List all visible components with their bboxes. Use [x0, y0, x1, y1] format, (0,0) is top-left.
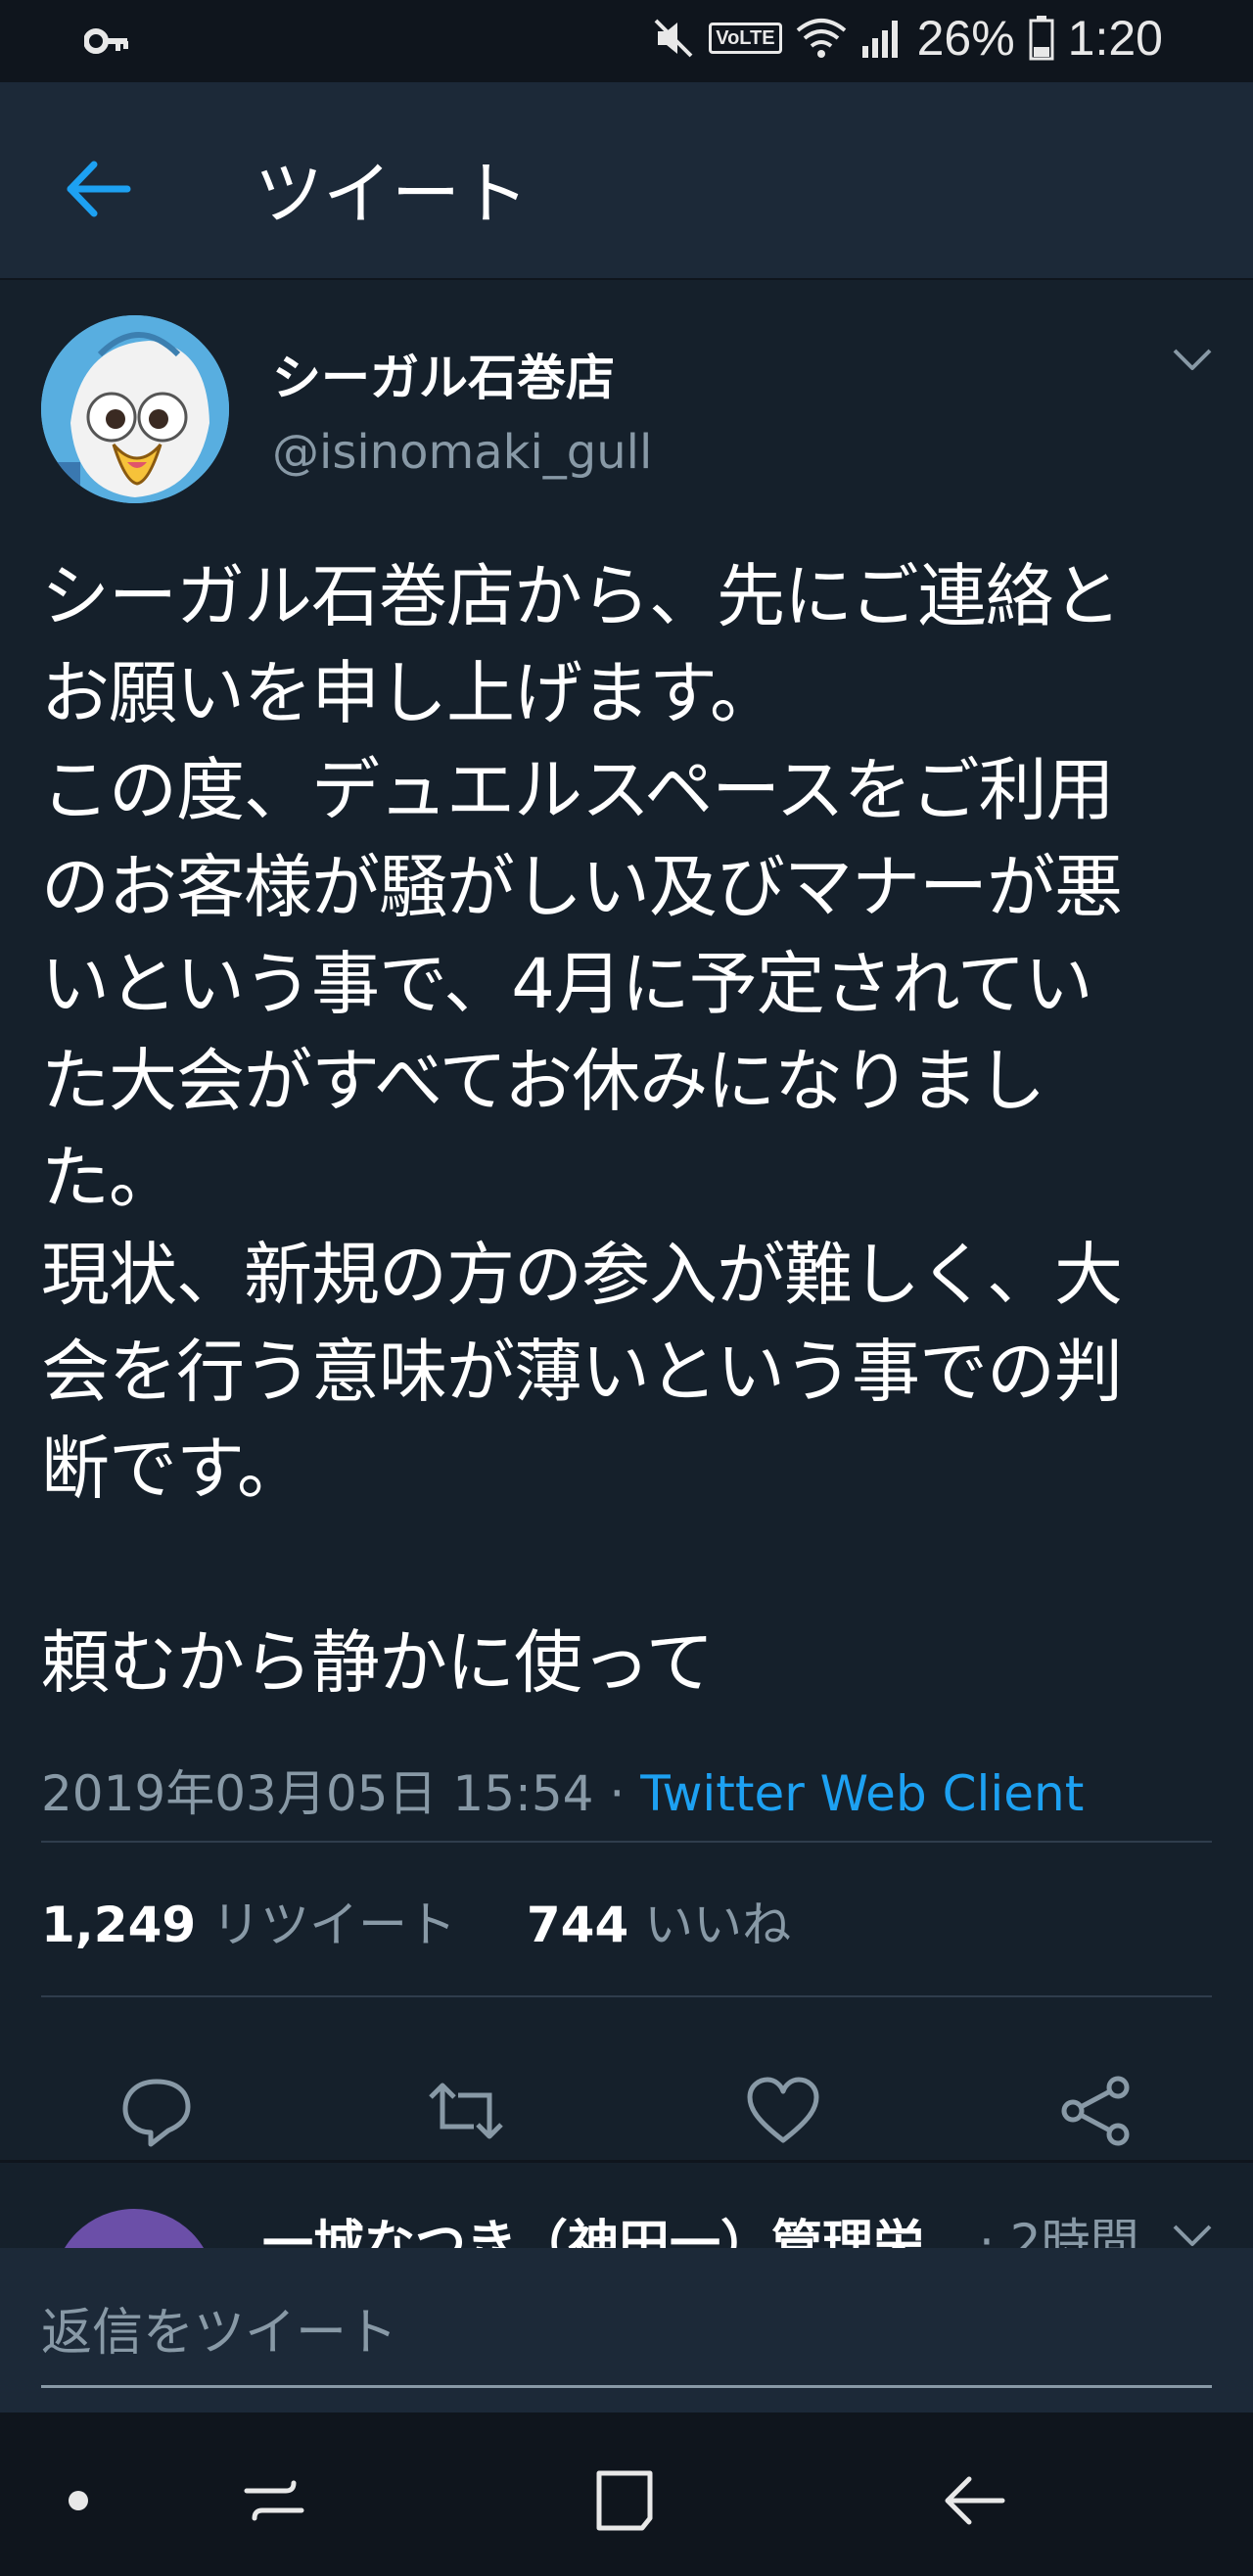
like-count[interactable]: 744 いいね [527, 1897, 791, 1953]
divider [41, 1995, 1212, 1997]
tweet-timestamp: 2019年03月05日 15:54 [41, 1765, 594, 1822]
status-bar: VoLTE 26% 1:20 [0, 0, 1253, 82]
clock: 1:20 [1067, 11, 1163, 66]
user-handle[interactable]: @isinomaki_gull [272, 425, 652, 480]
reply-author-name[interactable]: 一城なつき（神田一）管理栄… [262, 2203, 975, 2248]
battery-percent: 26% [916, 11, 1015, 66]
share-icon[interactable] [1057, 2072, 1136, 2150]
back-icon[interactable] [936, 2461, 1014, 2540]
signal-icon [860, 17, 904, 60]
display-name[interactable]: シーガル石巻店 [272, 339, 615, 409]
reply-preview[interactable]: 一城なつき（神田一）管理栄… · 2時間 [0, 2160, 1253, 2248]
wifi-icon [796, 17, 847, 60]
retweet-count[interactable]: 1,249 リツイート [41, 1897, 456, 1953]
input-underline [41, 2385, 1212, 2388]
tweet-client-link[interactable]: Twitter Web Client [640, 1765, 1084, 1822]
meta-separator: · [609, 1765, 626, 1822]
divider [41, 1841, 1212, 1843]
avatar[interactable] [41, 315, 229, 503]
battery-icon [1029, 16, 1054, 61]
page-title: ツイート [255, 154, 529, 234]
tweet-actions [0, 2019, 1253, 2166]
app-bar: ツイート [0, 82, 1253, 280]
key-icon [83, 22, 131, 65]
reply-input[interactable]: 返信をツイート [41, 2291, 397, 2365]
back-arrow-icon[interactable] [57, 147, 141, 231]
tweet-text: シーガル石巻店から、先にご連絡と お願いを申し上げます。 この度、デュエルスペー… [41, 556, 1123, 1703]
reply-avatar[interactable] [53, 2209, 215, 2248]
engagement-counts: 1,249 リツイート 744 いいね [41, 1886, 791, 1956]
recent-apps-icon[interactable] [235, 2461, 313, 2540]
home-icon[interactable] [585, 2461, 664, 2540]
compose-bar: 返信をツイート [0, 2248, 1253, 2412]
chevron-down-icon[interactable] [1171, 2221, 1214, 2248]
tweet-meta: 2019年03月05日 15:54 · Twitter Web Client [41, 1755, 1084, 1825]
dot-icon[interactable] [39, 2461, 117, 2540]
reply-time: · 2時間 [979, 2214, 1139, 2248]
volte-icon: VoLTE [709, 23, 782, 54]
system-nav-bar [0, 2412, 1253, 2576]
chevron-down-icon[interactable] [1171, 345, 1214, 378]
retweet-icon[interactable] [427, 2072, 505, 2150]
mute-icon [652, 17, 695, 60]
reply-icon[interactable] [117, 2072, 196, 2150]
like-heart-icon[interactable] [744, 2072, 822, 2150]
